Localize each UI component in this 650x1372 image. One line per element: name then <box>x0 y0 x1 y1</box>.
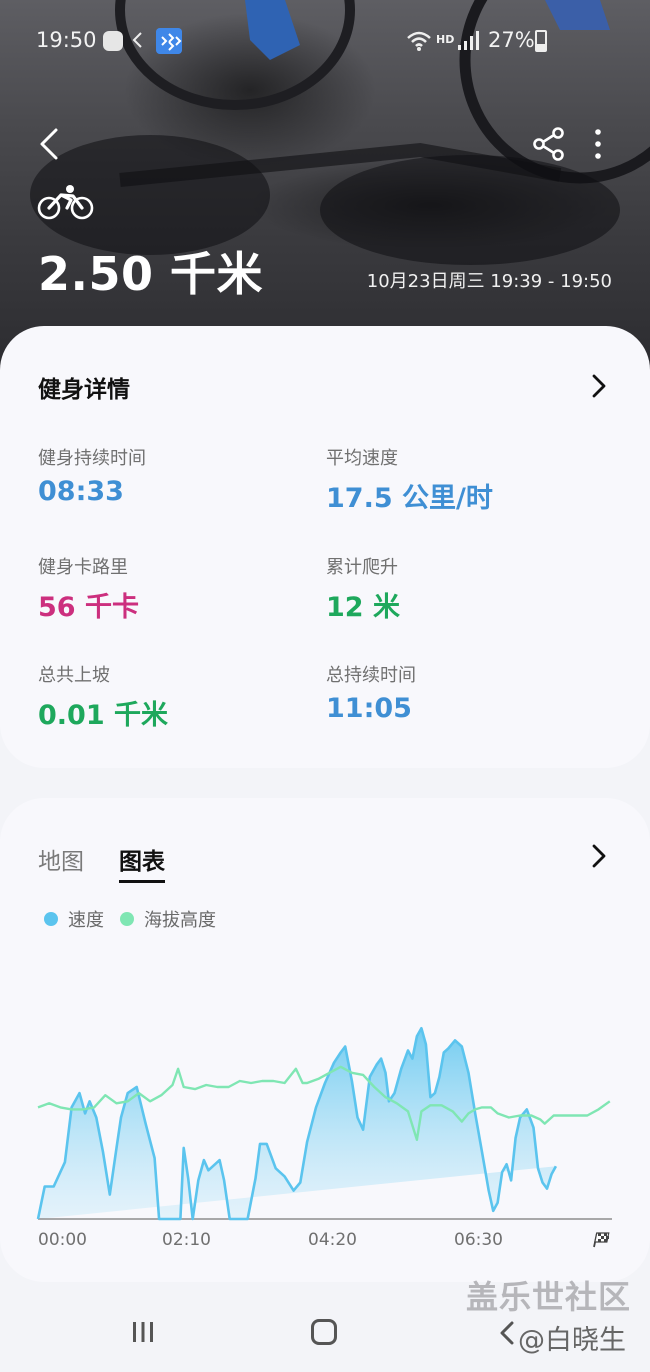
stat-value: 08:33 <box>38 476 124 507</box>
notification-chevron-icon <box>132 32 142 48</box>
workout-datetime: 10月23日周三 19:39 - 19:50 <box>366 271 612 292</box>
stat-average-speed: 平均速度 17.5 公里/时 <box>326 444 493 515</box>
stat-label: 健身持续时间 <box>38 448 146 469</box>
status-bar: 19:50 HD 27% <box>0 24 650 58</box>
x-tick-label: 04:20 <box>308 1230 357 1250</box>
stat-total-duration: 总持续时间 11:05 <box>326 661 416 724</box>
speed-altitude-chart <box>36 1026 612 1221</box>
app-notification-icon <box>103 31 123 51</box>
stat-value: 12 米 <box>326 592 400 623</box>
stat-workout-duration: 健身持续时间 08:33 <box>38 444 146 507</box>
x-tick-label: 02:10 <box>162 1230 211 1250</box>
watermark-author: @白晓生 <box>518 1325 626 1356</box>
cycling-icon <box>37 185 94 220</box>
recent-apps-icon[interactable] <box>131 1320 155 1344</box>
stat-value: 17.5 公里/时 <box>326 483 493 514</box>
x-tick-label: 00:00 <box>38 1230 87 1250</box>
back-icon[interactable] <box>498 1321 516 1345</box>
stat-label: 累计爬升 <box>326 557 398 578</box>
battery-icon <box>535 30 547 52</box>
stat-value: 11:05 <box>326 693 412 724</box>
stat-label: 平均速度 <box>326 448 398 469</box>
more-options-button[interactable] <box>588 126 608 162</box>
stat-label: 健身卡路里 <box>38 557 128 578</box>
finish-flag-icon <box>593 1232 610 1248</box>
stat-label: 总共上坡 <box>38 665 110 686</box>
details-chevron-right-icon[interactable] <box>588 374 610 398</box>
details-title: 健身详情 <box>38 377 130 403</box>
home-icon[interactable] <box>311 1319 337 1345</box>
stat-total-uphill: 总共上坡 0.01 千米 <box>38 661 168 732</box>
stat-label: 总持续时间 <box>326 665 416 686</box>
network-type-label: HD <box>436 33 455 46</box>
signal-icon <box>458 31 479 50</box>
hero-banner: 19:50 HD 27% 2.50 千米 10月23日周三 19:39 - 19… <box>0 0 650 370</box>
stat-calories: 健身卡路里 56 千卡 <box>38 553 139 624</box>
stat-value: 56 千卡 <box>38 592 139 623</box>
workout-details-card: 健身详情 健身持续时间 08:33 平均速度 17.5 公里/时 健身卡路里 5… <box>0 326 650 768</box>
distance-value: 2.50 千米 <box>38 247 264 301</box>
stat-elevation-gain: 累计爬升 12 米 <box>326 553 400 624</box>
stat-value: 0.01 千米 <box>38 700 169 731</box>
back-button[interactable] <box>34 124 74 164</box>
chart-card: 地图 图表 速度 海拔高度 00:00 02:10 04:20 06:30 <box>0 798 650 1282</box>
share-button[interactable] <box>532 126 566 162</box>
x-tick-label: 06:30 <box>454 1230 503 1250</box>
app-badge-icon <box>156 28 182 54</box>
status-time: 19:50 <box>36 28 97 52</box>
battery-percent: 27% <box>488 28 535 52</box>
wifi-icon <box>407 31 431 51</box>
